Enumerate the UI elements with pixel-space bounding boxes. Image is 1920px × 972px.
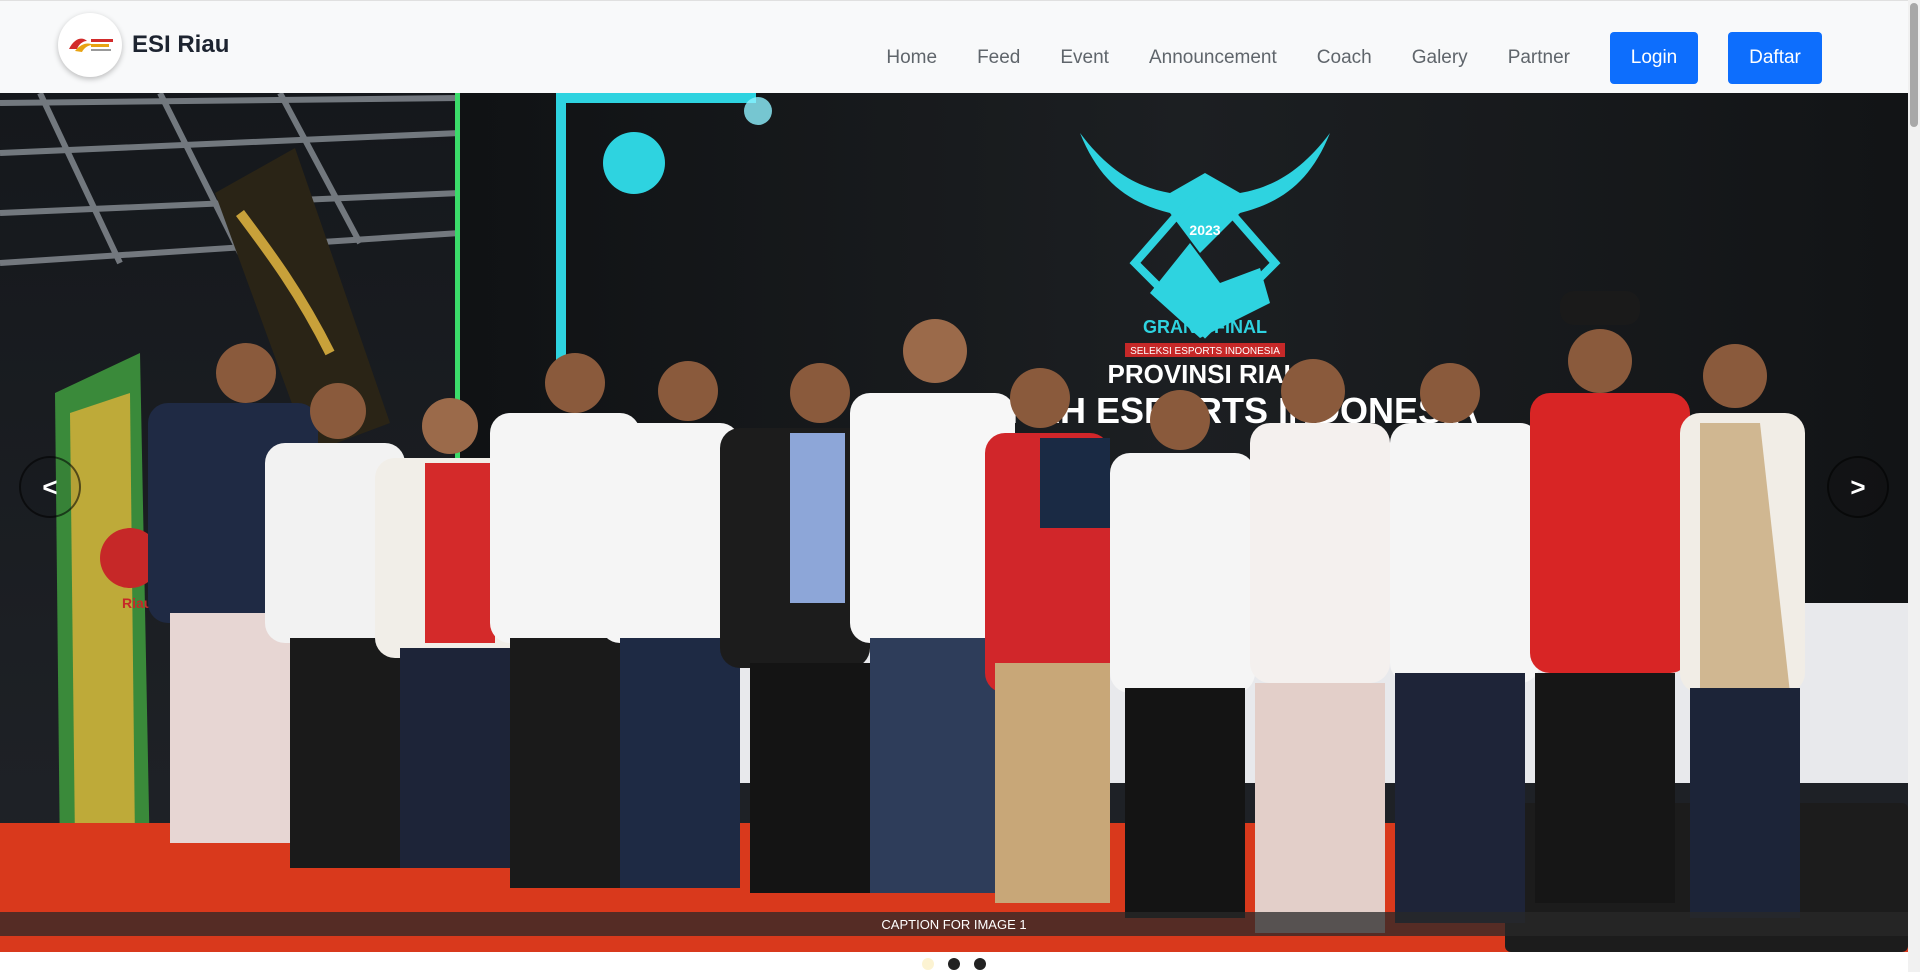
banner-subtitle: SELEKSI ESPORTS INDONESIA xyxy=(1130,346,1280,357)
brand[interactable]: ESI Riau xyxy=(58,13,229,77)
navbar: ESI Riau Home Feed Event Announcement Co… xyxy=(0,0,1908,93)
nav-links: Home Feed Event Announcement Coach Galer… xyxy=(886,32,1822,84)
nav-link-event[interactable]: Event xyxy=(1060,47,1109,69)
nav-link-feed[interactable]: Feed xyxy=(977,47,1020,69)
page-scrollbar[interactable] xyxy=(1908,0,1920,972)
carousel-indicator-1[interactable] xyxy=(922,957,934,970)
hero-carousel: 2023 GRAND FINAL SELEKSI ESPORTS INDONES… xyxy=(0,93,1908,952)
nav-link-coach[interactable]: Coach xyxy=(1317,47,1372,69)
login-button[interactable]: Login xyxy=(1610,32,1698,84)
carousel-indicators xyxy=(0,955,1908,972)
daftar-button[interactable]: Daftar xyxy=(1728,32,1822,84)
scrollbar-thumb[interactable] xyxy=(1910,3,1918,127)
banner-title: GRAND FINAL xyxy=(1143,317,1267,337)
nav-link-partner[interactable]: Partner xyxy=(1508,47,1570,69)
banner-year: 2023 xyxy=(1189,222,1220,238)
nav-link-galery[interactable]: Galery xyxy=(1412,47,1468,69)
nav-link-announcement[interactable]: Announcement xyxy=(1149,47,1277,69)
nav-link-home[interactable]: Home xyxy=(886,47,937,69)
carousel-next-button[interactable]: > xyxy=(1827,456,1889,518)
carousel-indicator-2[interactable] xyxy=(948,957,960,970)
banner-line1: PROVINSI RIAU xyxy=(1107,359,1302,389)
brand-name[interactable]: ESI Riau xyxy=(132,31,229,59)
esi-logo-icon xyxy=(58,13,122,77)
carousel-slide-image: 2023 GRAND FINAL SELEKSI ESPORTS INDONES… xyxy=(0,93,1908,952)
carousel-caption: CAPTION FOR IMAGE 1 xyxy=(0,912,1908,936)
carousel-indicator-3[interactable] xyxy=(974,957,986,970)
carousel-prev-button[interactable]: < xyxy=(19,456,81,518)
